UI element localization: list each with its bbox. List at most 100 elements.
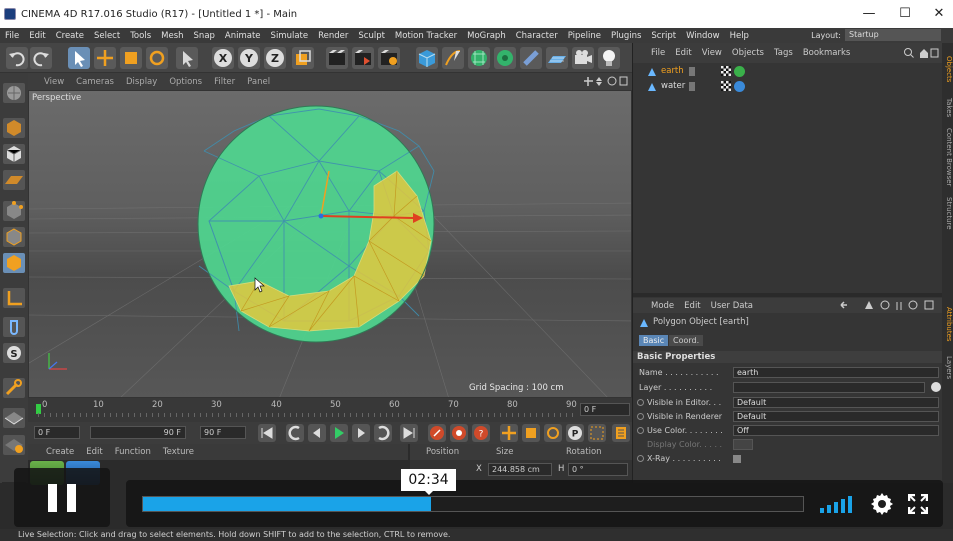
undo-icon[interactable] [6, 47, 28, 69]
start-frame-field[interactable]: 0 F [34, 426, 80, 439]
menu-mograph[interactable]: MoGraph [462, 31, 511, 41]
visibility-toggle[interactable] [689, 82, 695, 91]
menu-render[interactable]: Render [313, 31, 353, 41]
am-menu-user-data[interactable]: User Data [706, 301, 758, 311]
snapping-icon[interactable]: S [3, 343, 25, 363]
viewport-menu-filter[interactable]: Filter [208, 77, 241, 87]
object-row-earth[interactable]: earth [641, 65, 751, 78]
current-frame-field[interactable]: 0 F [580, 403, 630, 416]
y-axis-lock-icon[interactable]: Y [238, 47, 260, 69]
last-tool-icon[interactable] [176, 47, 198, 69]
move-tool-icon[interactable] [94, 47, 116, 69]
om-menu-tags[interactable]: Tags [769, 48, 798, 58]
live-selection-icon[interactable] [68, 47, 90, 69]
viewport-menu-view[interactable]: View [28, 77, 70, 87]
timeline-ruler[interactable]: 0 10 20 30 40 50 60 70 80 90 0 F [28, 398, 632, 422]
settings-gear-icon[interactable] [870, 492, 894, 516]
viewport-navigation-icon[interactable] [582, 75, 628, 88]
volume-icon[interactable] [819, 494, 855, 514]
pause-button[interactable] [14, 468, 110, 527]
name-field[interactable]: earth [733, 367, 939, 378]
material-menu-function[interactable]: Function [109, 447, 157, 457]
menu-tools[interactable]: Tools [125, 31, 156, 41]
animate-param-icon[interactable] [637, 399, 644, 406]
z-axis-lock-icon[interactable]: Z [264, 47, 286, 69]
material-menu-edit[interactable]: Edit [80, 447, 108, 457]
layer-picker-icon[interactable] [931, 382, 941, 392]
am-menu-mode[interactable]: Mode [633, 301, 679, 311]
use-color-select[interactable]: Off [733, 425, 939, 436]
material-menu-create[interactable]: Create [28, 447, 80, 457]
animate-param-icon[interactable] [637, 413, 644, 420]
subdivision-surface-icon[interactable] [468, 47, 490, 69]
edges-mode-icon[interactable] [3, 227, 25, 247]
x-axis-lock-icon[interactable]: X [212, 47, 234, 69]
material-tag-water[interactable] [734, 81, 745, 92]
array-generator-icon[interactable] [494, 47, 516, 69]
cube-primitive-icon[interactable] [416, 47, 438, 69]
viewport-menu-display[interactable]: Display [120, 77, 163, 87]
om-menu-bookmarks[interactable]: Bookmarks [798, 48, 856, 58]
om-search-icon[interactable] [903, 47, 939, 59]
scale-tool-icon[interactable] [120, 47, 142, 69]
om-menu-objects[interactable]: Objects [727, 48, 769, 58]
texture-mode-icon[interactable] [3, 144, 25, 164]
visibility-toggle[interactable] [689, 67, 695, 76]
coordinate-system-icon[interactable] [292, 47, 314, 69]
layer-field[interactable] [733, 382, 925, 393]
om-menu-view[interactable]: View [697, 48, 727, 58]
visible-in-editor-select[interactable]: Default [733, 397, 939, 408]
om-menu-edit[interactable]: Edit [670, 48, 696, 58]
redo-icon[interactable] [30, 47, 52, 69]
visible-in-renderer-select[interactable]: Default [733, 411, 939, 422]
pen-spline-icon[interactable] [442, 47, 464, 69]
menu-window[interactable]: Window [681, 31, 725, 41]
menu-help[interactable]: Help [725, 31, 754, 41]
goto-end-icon[interactable] [400, 424, 418, 442]
tab-basic[interactable]: Basic [639, 335, 669, 346]
previous-key-icon[interactable] [286, 424, 304, 442]
animate-param-icon[interactable] [637, 455, 644, 462]
floor-environment-icon[interactable] [546, 47, 568, 69]
next-key-icon[interactable] [374, 424, 392, 442]
end-frame-field[interactable]: 90 F [200, 426, 246, 439]
menu-character[interactable]: Character [511, 31, 563, 41]
light-icon[interactable] [598, 47, 620, 69]
object-row-water[interactable]: water [641, 80, 751, 93]
points-mode-icon[interactable] [3, 201, 25, 221]
position-key-icon[interactable] [500, 424, 518, 442]
maximize-button[interactable]: ☐ [897, 6, 913, 22]
menu-select[interactable]: Select [89, 31, 125, 41]
planar-workplane-icon[interactable] [3, 408, 25, 428]
om-menu-file[interactable]: File [633, 48, 670, 58]
fullscreen-icon[interactable] [908, 494, 928, 514]
animate-param-icon[interactable] [637, 427, 644, 434]
render-settings-icon[interactable] [378, 47, 400, 69]
goto-start-icon[interactable] [258, 424, 276, 442]
play-forward-icon[interactable] [330, 424, 348, 442]
render-view-icon[interactable] [326, 47, 348, 69]
menu-simulate[interactable]: Simulate [266, 31, 314, 41]
viewport-menu-panel[interactable]: Panel [241, 77, 276, 87]
preview-range-slider[interactable]: 90 F [90, 426, 186, 439]
side-tab-layers[interactable]: Layers [942, 353, 953, 383]
layout-select[interactable]: Startup [845, 29, 941, 41]
render-picture-viewer-icon[interactable] [352, 47, 374, 69]
display-color-swatch[interactable] [733, 439, 753, 450]
timeline-window-icon[interactable] [612, 424, 630, 442]
minimize-button[interactable]: — [861, 6, 877, 22]
viewport-menu-options[interactable]: Options [163, 77, 208, 87]
perspective-viewport[interactable]: Perspective Grid Spacing: 100 cm [28, 90, 632, 398]
rotation-key-icon[interactable] [544, 424, 562, 442]
tweak-mode-icon[interactable] [3, 317, 25, 337]
side-tab-content-browser[interactable]: Content Browser [942, 127, 953, 187]
point-level-animation-icon[interactable] [588, 424, 606, 442]
phong-tag-icon[interactable] [721, 66, 731, 76]
size-x-field[interactable]: 244.858 cm [488, 463, 552, 476]
parameter-key-icon[interactable]: P [566, 424, 584, 442]
menu-animate[interactable]: Animate [220, 31, 266, 41]
menu-plugins[interactable]: Plugins [606, 31, 646, 41]
deformer-icon[interactable] [520, 47, 542, 69]
autokeying-icon[interactable] [450, 424, 468, 442]
next-frame-icon[interactable] [352, 424, 370, 442]
